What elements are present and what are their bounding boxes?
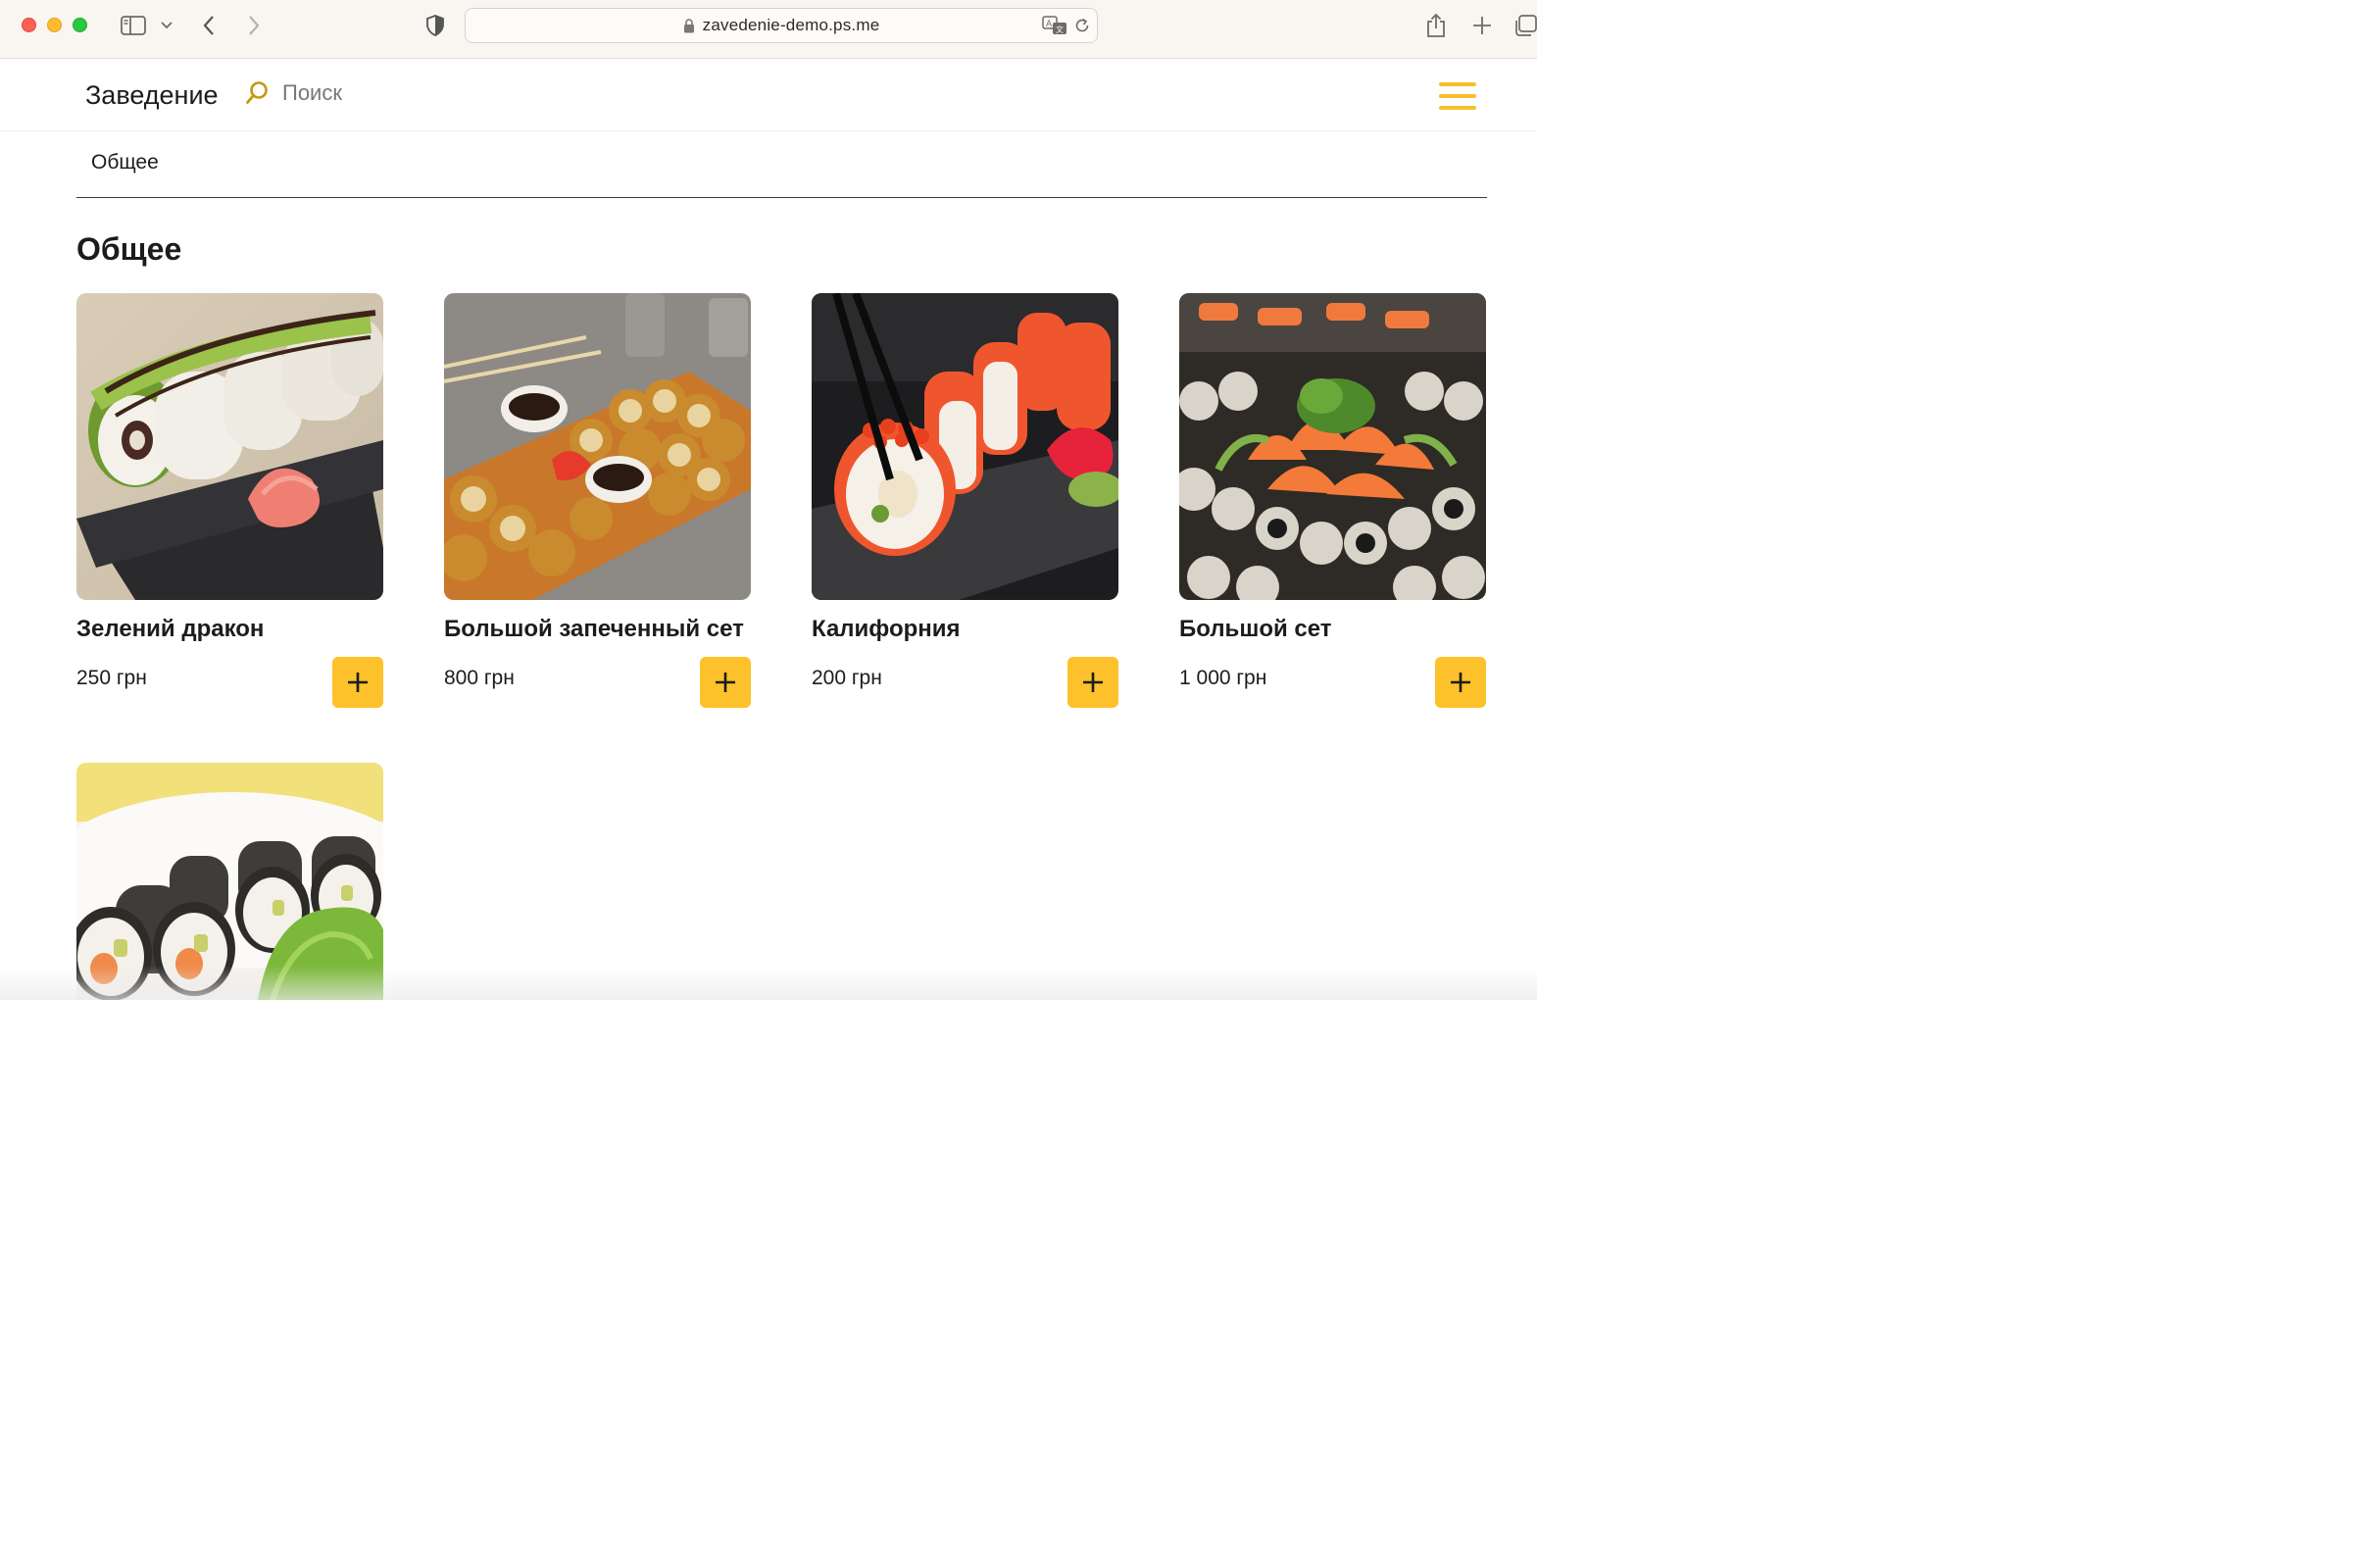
product-card: Зелений дракон 250 грн bbox=[76, 293, 383, 710]
reload-icon bbox=[1075, 18, 1089, 32]
product-image[interactable] bbox=[76, 763, 383, 1000]
new-tab-button[interactable] bbox=[1468, 10, 1496, 41]
chevron-right-icon bbox=[249, 16, 260, 35]
plus-icon bbox=[1451, 673, 1470, 692]
translate-icon: A 文 bbox=[1042, 16, 1066, 34]
category-tabs: Общее bbox=[76, 131, 1487, 198]
lock-icon bbox=[683, 18, 695, 33]
search-icon bbox=[246, 81, 268, 104]
zoom-window-button[interactable] bbox=[73, 18, 87, 32]
add-to-cart-button[interactable] bbox=[1067, 657, 1118, 708]
hamburger-icon bbox=[1439, 82, 1476, 86]
product-name[interactable]: Большой запеченный сет bbox=[444, 616, 751, 643]
add-to-cart-button[interactable] bbox=[700, 657, 751, 708]
share-icon bbox=[1427, 13, 1445, 37]
shield-icon bbox=[426, 15, 444, 36]
sidebar-toggle-button[interactable] bbox=[118, 10, 149, 41]
menu-button[interactable] bbox=[1437, 80, 1478, 112]
forward-button[interactable] bbox=[241, 10, 267, 41]
add-to-cart-button[interactable] bbox=[1435, 657, 1486, 708]
browser-toolbar: zavedenie-demo.ps.me A 文 bbox=[0, 0, 1537, 59]
brand-name[interactable]: Заведение bbox=[85, 80, 219, 111]
product-price: 800 грн bbox=[444, 667, 515, 689]
tab-overview-dropdown[interactable] bbox=[157, 10, 176, 41]
chevron-left-icon bbox=[203, 16, 214, 35]
tab-overview-button[interactable] bbox=[1515, 10, 1537, 41]
privacy-report-button[interactable] bbox=[421, 10, 449, 41]
product-image[interactable] bbox=[76, 293, 383, 600]
tabs-icon bbox=[1515, 15, 1537, 36]
tab-general[interactable]: Общее bbox=[91, 151, 159, 175]
product-name[interactable]: Калифорния bbox=[812, 616, 1118, 643]
url-text: zavedenie-demo.ps.me bbox=[702, 16, 880, 34]
site-header: Заведение bbox=[0, 59, 1537, 131]
share-button[interactable] bbox=[1421, 10, 1451, 41]
plus-icon bbox=[348, 673, 368, 692]
translate-button[interactable]: A 文 bbox=[1042, 16, 1067, 35]
minimize-window-button[interactable] bbox=[47, 18, 62, 32]
product-card: Калифорния 200 грн bbox=[812, 293, 1118, 710]
back-button[interactable] bbox=[196, 10, 222, 41]
section-title: Общее bbox=[76, 231, 182, 267]
product-price: 250 грн bbox=[76, 667, 147, 689]
product-image[interactable] bbox=[444, 293, 751, 600]
close-window-button[interactable] bbox=[22, 18, 36, 32]
product-image[interactable] bbox=[812, 293, 1118, 600]
hamburger-icon-line bbox=[1439, 94, 1476, 98]
product-image[interactable] bbox=[1179, 293, 1486, 600]
product-price: 1 000 грн bbox=[1179, 667, 1267, 689]
product-name[interactable]: Большой сет bbox=[1179, 616, 1486, 643]
product-card: Большой запеченный сет 800 грн bbox=[444, 293, 751, 710]
hamburger-icon-line bbox=[1439, 106, 1476, 110]
product-price: 200 грн bbox=[812, 667, 882, 689]
reload-button[interactable] bbox=[1073, 17, 1091, 34]
plus-icon bbox=[716, 673, 735, 692]
product-card bbox=[76, 763, 383, 1000]
search-input[interactable] bbox=[282, 80, 537, 106]
product-card: Большой сет 1 000 грн bbox=[1179, 293, 1486, 710]
address-bar[interactable]: zavedenie-demo.ps.me A 文 bbox=[465, 8, 1098, 43]
plus-icon bbox=[1473, 17, 1491, 34]
svg-text:A: A bbox=[1046, 20, 1053, 29]
product-name[interactable]: Зелений дракон bbox=[76, 616, 383, 643]
add-to-cart-button[interactable] bbox=[332, 657, 383, 708]
sidebar-icon bbox=[121, 16, 146, 35]
search-bar[interactable] bbox=[245, 80, 537, 106]
svg-text:文: 文 bbox=[1056, 25, 1064, 34]
chevron-down-icon bbox=[161, 22, 173, 29]
plus-icon bbox=[1083, 673, 1103, 692]
